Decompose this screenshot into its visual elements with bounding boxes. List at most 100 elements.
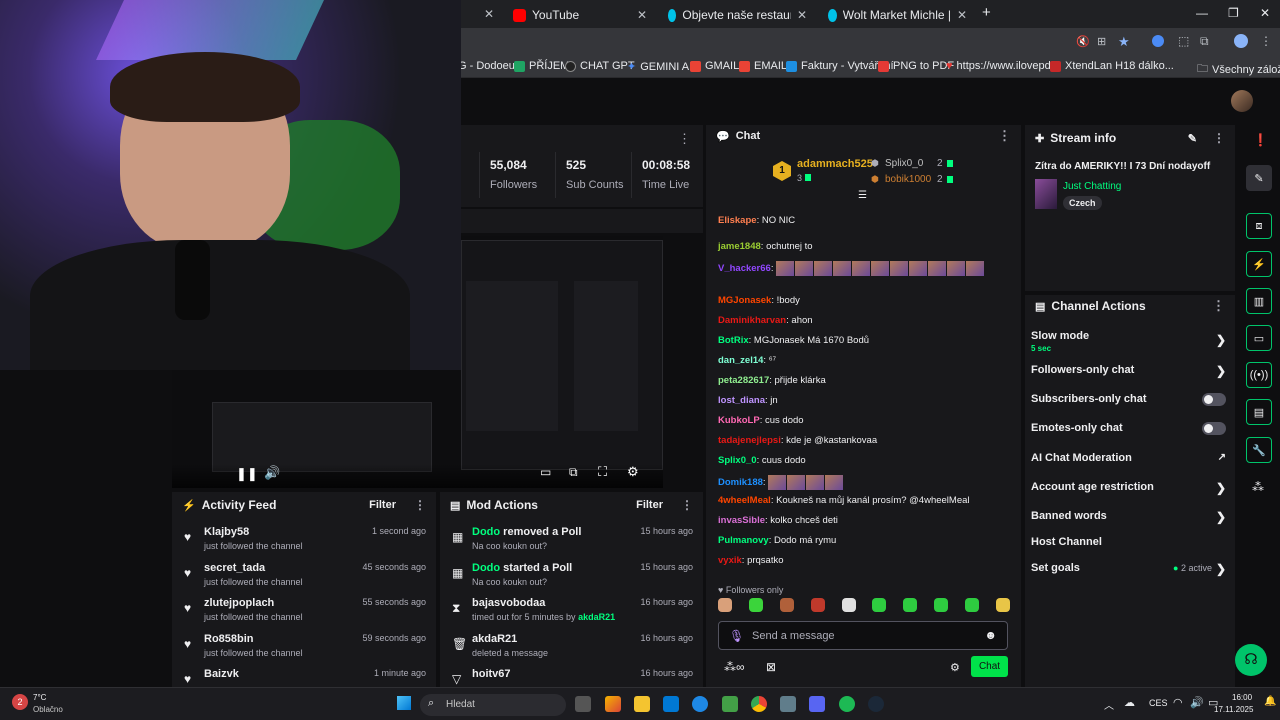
chat-emote[interactable] (787, 474, 806, 490)
notifications-icon[interactable]: 🔔 (1264, 696, 1276, 707)
chat-emote[interactable] (776, 260, 795, 276)
quick-emote[interactable] (810, 598, 825, 612)
chat-message[interactable]: Eliskape: NO NIC (718, 214, 1008, 228)
profile-avatar-icon[interactable] (1234, 34, 1248, 48)
close-tab-icon[interactable]: ✕ (637, 8, 647, 22)
activity-user[interactable]: Ro858bin (204, 633, 254, 645)
chat-username[interactable]: Pulmanovy (718, 535, 769, 546)
all-bookmarks[interactable]: 🗀 Všechny záložky (1197, 60, 1280, 79)
set-goals-row[interactable]: Set goals ● 2 active ❯ (1031, 562, 1226, 576)
close-tab-icon[interactable]: ✕ (957, 8, 967, 22)
taskbar-search[interactable]: ⌕ Hledat (420, 694, 566, 716)
activity-user[interactable]: Klajby58 (204, 526, 249, 538)
language-indicator[interactable]: CES (1149, 698, 1168, 708)
clip-icon[interactable]: ⧉ (569, 465, 578, 480)
wifi-icon[interactable]: ◠ (1173, 696, 1183, 709)
settings-icon[interactable]: ⚙ (627, 464, 639, 480)
chat-send-button[interactable]: Chat (971, 656, 1008, 677)
channel-action-row[interactable]: Followers-only chat ❯ (1031, 364, 1226, 382)
more-options-icon[interactable]: ⋮ (998, 128, 1011, 144)
leaderboard-first-name[interactable]: adammach525 (797, 158, 873, 170)
close-window-icon[interactable]: ✕ (1260, 6, 1270, 20)
mute-icon[interactable]: 🔇 (1076, 35, 1090, 48)
chat-settings-icon[interactable]: ⚙ (950, 661, 960, 674)
chat-username[interactable]: BotRix (718, 335, 749, 346)
activity-user[interactable]: zlutejpoplach (204, 597, 274, 609)
chat-username[interactable]: Domik188 (718, 477, 763, 488)
collapse-leaderboard-icon[interactable]: ☰ (858, 190, 867, 201)
chat-emote[interactable] (966, 260, 985, 276)
channel-action-row[interactable]: Account age restriction ❯ (1031, 481, 1226, 499)
more-options-icon[interactable]: ⋮ (414, 498, 426, 512)
bookmark-item[interactable]: EMAIL (739, 60, 787, 72)
volume-icon[interactable]: 🔊 (264, 465, 280, 481)
tab-youtube[interactable]: YouTube ✕ (505, 4, 655, 26)
quick-emote[interactable] (748, 598, 763, 612)
translate-icon[interactable]: ⊞ (1097, 35, 1106, 48)
weather-temperature[interactable]: 7°C (33, 693, 46, 702)
tab-wolt-restaurants[interactable]: Objevte naše restaurace, super ✕ (660, 4, 815, 26)
chat-message[interactable]: KubkoLP: cus dodo (718, 414, 1008, 428)
channel-action-row[interactable]: Host Channel (1031, 536, 1226, 554)
chat-message[interactable]: Pulmanovy: Dodo má rymu (718, 534, 1008, 548)
steam-icon[interactable] (868, 696, 884, 712)
bookmark-item[interactable]: ♥ https://www.ilovepd... (946, 60, 1060, 72)
extensions-icon[interactable]: ⧉ (1200, 34, 1209, 49)
chat-emote[interactable] (909, 260, 928, 276)
chat-emote[interactable] (890, 260, 909, 276)
discord-icon[interactable] (809, 696, 825, 712)
onedrive-icon[interactable]: ☁ (1124, 696, 1135, 709)
close-tab-icon[interactable]: ✕ (797, 8, 807, 22)
bookmark-item[interactable]: PNG to PDF (878, 60, 954, 72)
ad-action-button[interactable]: ⚡ (1246, 251, 1272, 277)
weather-text[interactable]: Oblačno (33, 705, 63, 714)
activity-user[interactable]: Baizvk (204, 668, 239, 680)
more-options-icon[interactable]: ⋮ (678, 131, 691, 147)
bookmark-item[interactable]: GMAIL (690, 60, 739, 72)
chat-message[interactable]: dan_zel14: ⁶⁷ (718, 354, 1008, 368)
chat-message[interactable]: Daminikharvan: ahon (718, 314, 1008, 328)
emote-picker-icon[interactable]: ☻ (984, 628, 997, 642)
chat-username[interactable]: tadajenejlepsi (718, 435, 781, 446)
bookmark-item[interactable]: CHAT GPT (565, 60, 635, 72)
chat-username[interactable]: vyxik (718, 555, 742, 566)
marker-action-button[interactable]: ▤ (1246, 399, 1272, 425)
chat-username[interactable]: peta282617 (718, 375, 769, 386)
activity-feed-row[interactable]: ♥ Baizvk 1 minute ago (172, 664, 436, 687)
quick-emote[interactable] (779, 598, 794, 612)
chat-message[interactable]: BotRix: MGJonasek Má 1670 Bodů (718, 334, 1008, 348)
spotify-icon[interactable] (839, 696, 855, 712)
slow-mode-row[interactable]: Slow mode 5 sec ❯ (1031, 330, 1226, 354)
mod-action-user[interactable]: Dodo (472, 526, 500, 538)
quick-emote[interactable] (995, 598, 1010, 612)
mod-action-row[interactable]: ⧗ bajasvobodaa timed out for 5 minutes by … (440, 593, 703, 629)
chat-input[interactable]: 🎙 Send a message ☻ (718, 621, 1008, 650)
chat-message[interactable]: MGJonasek: !body (718, 294, 1008, 308)
chat-message[interactable]: tadajenejlepsi: kde je @kastankovaa (718, 434, 1008, 448)
bits-icon[interactable]: ⁂∞ (724, 660, 745, 674)
chat-message[interactable]: 4wheelMeal: Koukneš na můj kanál prosím?… (718, 494, 1008, 508)
mod-action-user[interactable]: akdaR21 (472, 633, 517, 645)
activity-user[interactable]: secret_tada (204, 562, 265, 574)
more-options-icon[interactable]: ⋮ (1212, 298, 1225, 314)
microphone-icon[interactable]: 🎙 (729, 629, 744, 643)
activity-feed-row[interactable]: ♥ zlutejpoplach just followed the channel 5… (172, 593, 436, 629)
chat-username[interactable]: Eliskape (718, 215, 757, 226)
more-options-icon[interactable]: ⋮ (1213, 131, 1225, 145)
chat-username[interactable]: Daminikharvan (718, 315, 786, 326)
edit-quick-actions-button[interactable]: ✎ (1246, 165, 1272, 191)
chat-emote[interactable] (928, 260, 947, 276)
edit-pencil-icon[interactable]: ✎ (1188, 132, 1197, 145)
mod-action-row[interactable]: 🗑 akdaR21 deleted a message 16 hours ago (440, 629, 703, 665)
chat-emote[interactable] (795, 260, 814, 276)
chat-message[interactable]: vyxik: prqsatko (718, 554, 1008, 568)
chat-username[interactable]: invasSible (718, 515, 765, 526)
extensions-icon[interactable]: ⁂ (1252, 480, 1264, 494)
volume-icon[interactable]: 🔊 (1190, 696, 1204, 709)
category-link[interactable]: Just Chatting (1063, 181, 1121, 192)
weather-badge[interactable]: 2 (12, 694, 28, 710)
poll-action-button[interactable]: ▥ (1246, 288, 1272, 314)
clock-date[interactable]: 17.11.2025 (1214, 705, 1253, 714)
leaderboard-third-name[interactable]: bobik1000 (885, 174, 931, 185)
chat-emote[interactable] (814, 260, 833, 276)
